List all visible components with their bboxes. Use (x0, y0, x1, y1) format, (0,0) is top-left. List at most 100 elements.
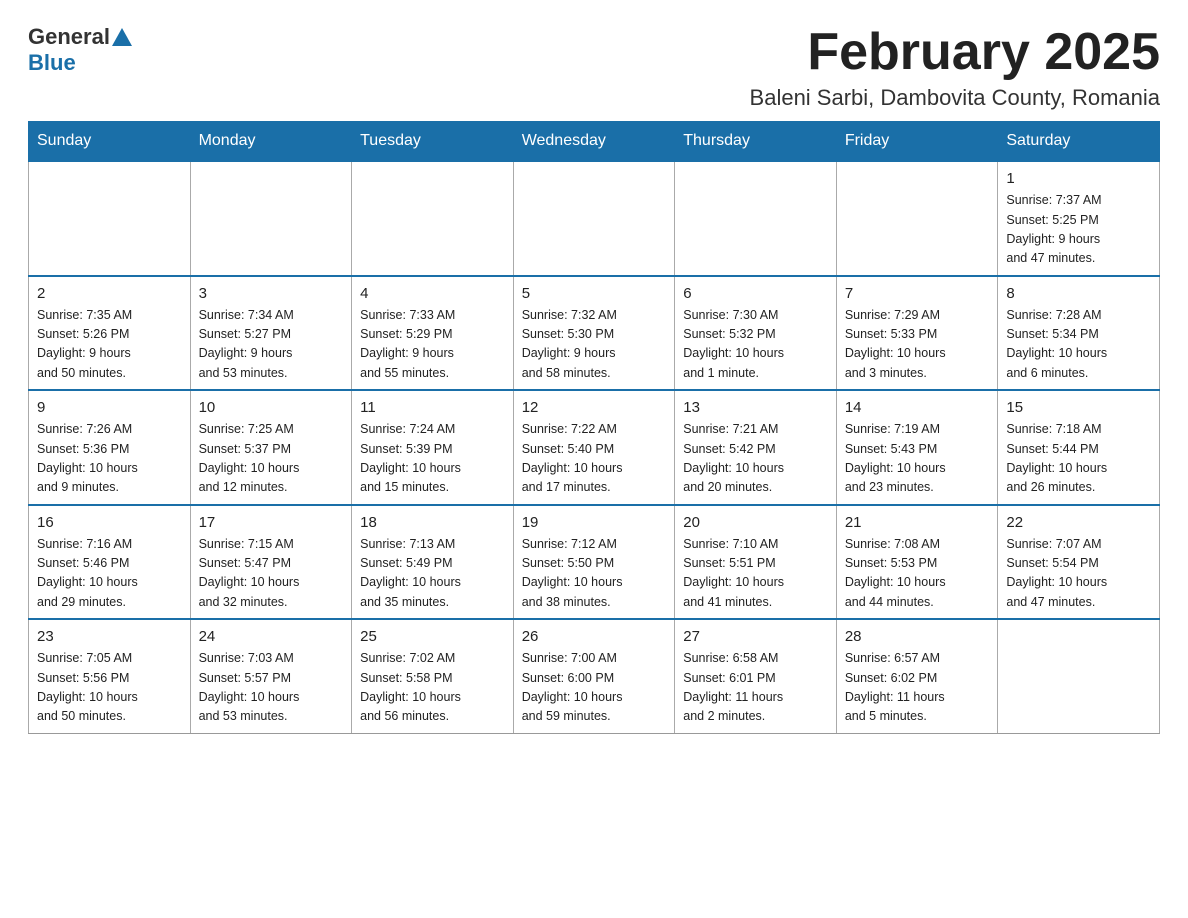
calendar-cell: 4 Sunrise: 7:33 AMSunset: 5:29 PMDaylight… (352, 276, 514, 391)
day-number: 17 (199, 514, 344, 531)
day-info: Sunrise: 7:12 AMSunset: 5:50 PMDaylight:… (522, 535, 667, 613)
day-number: 10 (199, 399, 344, 416)
calendar-cell (352, 161, 514, 276)
page-title: February 2025 (750, 24, 1160, 81)
calendar-cell (513, 161, 675, 276)
day-number: 23 (37, 628, 182, 645)
day-number: 27 (683, 628, 828, 645)
day-info: Sunrise: 7:37 AMSunset: 5:25 PMDaylight:… (1006, 191, 1151, 269)
day-number: 7 (845, 285, 990, 302)
calendar-cell: 9 Sunrise: 7:26 AMSunset: 5:36 PMDaylight… (29, 390, 191, 505)
day-info: Sunrise: 7:28 AMSunset: 5:34 PMDaylight:… (1006, 306, 1151, 384)
calendar-cell: 1 Sunrise: 7:37 AMSunset: 5:25 PMDaylight… (998, 161, 1160, 276)
day-info: Sunrise: 7:15 AMSunset: 5:47 PMDaylight:… (199, 535, 344, 613)
day-info: Sunrise: 7:29 AMSunset: 5:33 PMDaylight:… (845, 306, 990, 384)
day-number: 26 (522, 628, 667, 645)
calendar-cell: 23 Sunrise: 7:05 AMSunset: 5:56 PMDayligh… (29, 619, 191, 733)
day-number: 13 (683, 399, 828, 416)
day-number: 18 (360, 514, 505, 531)
day-info: Sunrise: 7:19 AMSunset: 5:43 PMDaylight:… (845, 420, 990, 498)
weekday-header-thursday: Thursday (675, 122, 837, 162)
calendar-cell: 24 Sunrise: 7:03 AMSunset: 5:57 PMDayligh… (190, 619, 352, 733)
day-number: 2 (37, 285, 182, 302)
day-number: 20 (683, 514, 828, 531)
day-number: 12 (522, 399, 667, 416)
calendar-cell: 10 Sunrise: 7:25 AMSunset: 5:37 PMDayligh… (190, 390, 352, 505)
calendar-cell: 17 Sunrise: 7:15 AMSunset: 5:47 PMDayligh… (190, 505, 352, 620)
calendar-table: SundayMondayTuesdayWednesdayThursdayFrid… (28, 121, 1160, 734)
calendar-week-2: 2Sunrise: 7:35 AMSunset: 5:26 PMDaylight… (29, 276, 1160, 391)
day-number: 14 (845, 399, 990, 416)
calendar-cell: 3 Sunrise: 7:34 AMSunset: 5:27 PMDaylight… (190, 276, 352, 391)
calendar-cell: 5 Sunrise: 7:32 AMSunset: 5:30 PMDaylight… (513, 276, 675, 391)
day-number: 21 (845, 514, 990, 531)
day-number: 16 (37, 514, 182, 531)
day-info: Sunrise: 7:13 AMSunset: 5:49 PMDaylight:… (360, 535, 505, 613)
calendar-cell: 28 Sunrise: 6:57 AMSunset: 6:02 PMDayligh… (836, 619, 998, 733)
calendar-cell (998, 619, 1160, 733)
day-info: Sunrise: 7:34 AMSunset: 5:27 PMDaylight:… (199, 306, 344, 384)
day-number: 24 (199, 628, 344, 645)
day-info: Sunrise: 7:22 AMSunset: 5:40 PMDaylight:… (522, 420, 667, 498)
calendar-cell: 2Sunrise: 7:35 AMSunset: 5:26 PMDaylight… (29, 276, 191, 391)
day-number: 3 (199, 285, 344, 302)
day-info: Sunrise: 7:32 AMSunset: 5:30 PMDaylight:… (522, 306, 667, 384)
day-info: Sunrise: 6:58 AMSunset: 6:01 PMDaylight:… (683, 649, 828, 727)
calendar-cell: 7 Sunrise: 7:29 AMSunset: 5:33 PMDaylight… (836, 276, 998, 391)
day-info: Sunrise: 7:21 AMSunset: 5:42 PMDaylight:… (683, 420, 828, 498)
calendar-cell: 12 Sunrise: 7:22 AMSunset: 5:40 PMDayligh… (513, 390, 675, 505)
day-info: Sunrise: 7:18 AMSunset: 5:44 PMDaylight:… (1006, 420, 1151, 498)
calendar-cell: 25 Sunrise: 7:02 AMSunset: 5:58 PMDayligh… (352, 619, 514, 733)
logo-blue-text: Blue (28, 50, 76, 75)
calendar-cell: 18 Sunrise: 7:13 AMSunset: 5:49 PMDayligh… (352, 505, 514, 620)
weekday-header-wednesday: Wednesday (513, 122, 675, 162)
calendar-cell (836, 161, 998, 276)
day-info: Sunrise: 7:07 AMSunset: 5:54 PMDaylight:… (1006, 535, 1151, 613)
day-number: 8 (1006, 285, 1151, 302)
day-number: 19 (522, 514, 667, 531)
day-number: 1 (1006, 170, 1151, 187)
day-info: Sunrise: 7:25 AMSunset: 5:37 PMDaylight:… (199, 420, 344, 498)
calendar-cell: 22Sunrise: 7:07 AMSunset: 5:54 PMDayligh… (998, 505, 1160, 620)
calendar-cell: 20 Sunrise: 7:10 AMSunset: 5:51 PMDayligh… (675, 505, 837, 620)
calendar-header-row: SundayMondayTuesdayWednesdayThursdayFrid… (29, 122, 1160, 162)
weekday-header-friday: Friday (836, 122, 998, 162)
calendar-cell: 8 Sunrise: 7:28 AMSunset: 5:34 PMDaylight… (998, 276, 1160, 391)
calendar-cell (190, 161, 352, 276)
day-info: Sunrise: 7:03 AMSunset: 5:57 PMDaylight:… (199, 649, 344, 727)
calendar-cell: 14 Sunrise: 7:19 AMSunset: 5:43 PMDayligh… (836, 390, 998, 505)
day-info: Sunrise: 7:08 AMSunset: 5:53 PMDaylight:… (845, 535, 990, 613)
calendar-cell: 13 Sunrise: 7:21 AMSunset: 5:42 PMDayligh… (675, 390, 837, 505)
calendar-week-3: 9 Sunrise: 7:26 AMSunset: 5:36 PMDaylight… (29, 390, 1160, 505)
logo: General Blue (28, 24, 134, 76)
day-info: Sunrise: 7:33 AMSunset: 5:29 PMDaylight:… (360, 306, 505, 384)
calendar-cell (675, 161, 837, 276)
calendar-week-1: 1 Sunrise: 7:37 AMSunset: 5:25 PMDaylight… (29, 161, 1160, 276)
calendar-cell (29, 161, 191, 276)
day-info: Sunrise: 7:30 AMSunset: 5:32 PMDaylight:… (683, 306, 828, 384)
day-info: Sunrise: 7:10 AMSunset: 5:51 PMDaylight:… (683, 535, 828, 613)
day-number: 5 (522, 285, 667, 302)
calendar-week-5: 23 Sunrise: 7:05 AMSunset: 5:56 PMDayligh… (29, 619, 1160, 733)
day-info: Sunrise: 7:02 AMSunset: 5:58 PMDaylight:… (360, 649, 505, 727)
title-block: February 2025 Baleni Sarbi, Dambovita Co… (750, 24, 1160, 111)
calendar-cell: 11Sunrise: 7:24 AMSunset: 5:39 PMDayligh… (352, 390, 514, 505)
weekday-header-saturday: Saturday (998, 122, 1160, 162)
weekday-header-monday: Monday (190, 122, 352, 162)
day-info: Sunrise: 6:57 AMSunset: 6:02 PMDaylight:… (845, 649, 990, 727)
day-number: 4 (360, 285, 505, 302)
day-info: Sunrise: 7:05 AMSunset: 5:56 PMDaylight:… (37, 649, 182, 727)
calendar-cell: 6 Sunrise: 7:30 AMSunset: 5:32 PMDaylight… (675, 276, 837, 391)
calendar-week-4: 16 Sunrise: 7:16 AMSunset: 5:46 PMDayligh… (29, 505, 1160, 620)
day-info: Sunrise: 7:24 AMSunset: 5:39 PMDaylight:… (360, 420, 505, 498)
day-number: 28 (845, 628, 990, 645)
day-number: 9 (37, 399, 182, 416)
day-info: Sunrise: 7:26 AMSunset: 5:36 PMDaylight:… (37, 420, 182, 498)
day-number: 15 (1006, 399, 1151, 416)
day-number: 25 (360, 628, 505, 645)
day-info: Sunrise: 7:16 AMSunset: 5:46 PMDaylight:… (37, 535, 182, 613)
location-subtitle: Baleni Sarbi, Dambovita County, Romania (750, 85, 1160, 111)
weekday-header-tuesday: Tuesday (352, 122, 514, 162)
weekday-header-sunday: Sunday (29, 122, 191, 162)
day-number: 6 (683, 285, 828, 302)
